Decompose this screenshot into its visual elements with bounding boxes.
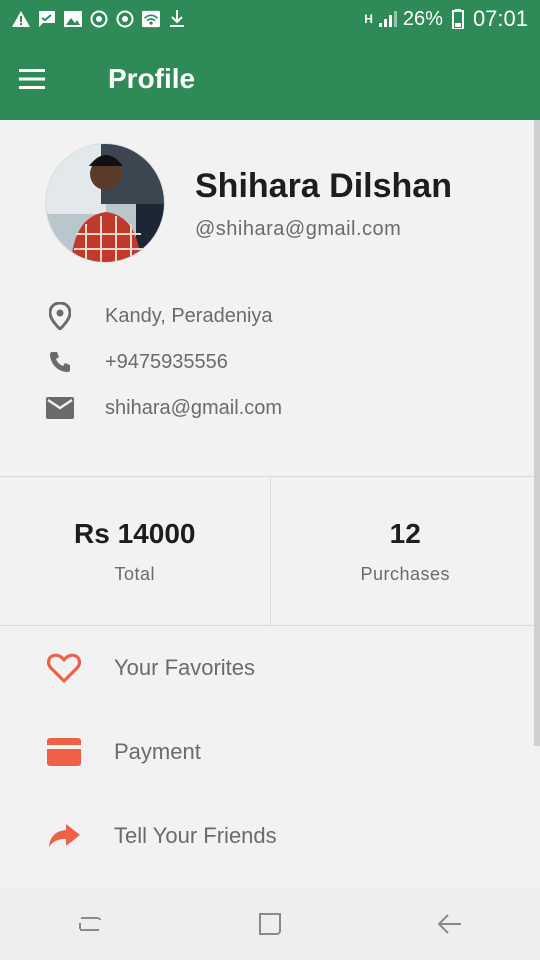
email-row: shihara@gmail.com (0, 385, 540, 431)
app-bar: Profile (0, 38, 540, 120)
scrollbar[interactable] (534, 120, 540, 746)
status-bar: H 26% 07:01 (0, 0, 540, 38)
menu-item-payment[interactable]: Payment (0, 710, 540, 794)
stat-purchases[interactable]: 12 Purchases (269, 477, 540, 625)
profile-name: Shihara Dilshan (195, 167, 452, 205)
location-text: Kandy, Peradeniya (105, 304, 273, 327)
share-icon (44, 816, 84, 856)
sync-icon (90, 10, 108, 28)
message-icon (38, 10, 56, 28)
menu-item-favorites[interactable]: Your Favorites (0, 626, 540, 710)
stat-total-value: Rs 14000 (74, 517, 196, 549)
signal-icon (378, 10, 397, 28)
stat-total-label: Total (114, 563, 156, 584)
page-title: Profile (108, 63, 196, 94)
menu-item-label: Payment (114, 739, 201, 764)
network-type-label: H (364, 12, 373, 26)
warning-icon (12, 10, 30, 28)
system-status: H 26% 07:01 (364, 6, 540, 32)
stat-purchases-value: 12 (389, 517, 421, 549)
menu-item-tell-friends[interactable]: Tell Your Friends (0, 794, 540, 878)
avatar[interactable] (45, 143, 165, 263)
home-icon[interactable] (240, 894, 300, 954)
profile-handle: @shihara@gmail.com (195, 218, 402, 240)
clock: 07:01 (472, 6, 528, 31)
hamburger-menu-icon[interactable] (0, 47, 64, 111)
sync-icon (116, 10, 134, 28)
battery-percent: 26% (402, 7, 443, 30)
heart-icon (44, 648, 84, 688)
phone-icon (30, 347, 90, 377)
system-nav-bar (0, 888, 540, 960)
phone-row: +9475935556 (0, 339, 540, 385)
notification-icons (0, 10, 186, 28)
stat-total[interactable]: Rs 14000 Total (0, 477, 270, 625)
recent-apps-icon[interactable] (60, 894, 120, 954)
profile-menu: Your Favorites Payment Tell Your Friends (0, 626, 540, 878)
email-icon (30, 393, 90, 423)
wifi-icon (142, 10, 160, 28)
download-icon (168, 10, 186, 28)
phone-text: +9475935556 (105, 350, 228, 373)
email-text: shihara@gmail.com (105, 396, 283, 419)
image-icon (64, 10, 82, 28)
credit-card-icon (44, 732, 84, 772)
stats-panel: Rs 14000 Total 12 Purchases (0, 476, 540, 626)
profile-card: Shihara Dilshan @shihara@gmail.com Kandy… (0, 120, 540, 476)
menu-item-label: Your Favorites (114, 655, 256, 680)
stat-purchases-label: Purchases (360, 563, 451, 584)
location-pin-icon (30, 301, 90, 331)
back-icon[interactable] (420, 894, 480, 954)
battery-icon (449, 9, 467, 29)
menu-item-label: Tell Your Friends (114, 823, 277, 848)
location-row: Kandy, Peradeniya (0, 293, 540, 339)
